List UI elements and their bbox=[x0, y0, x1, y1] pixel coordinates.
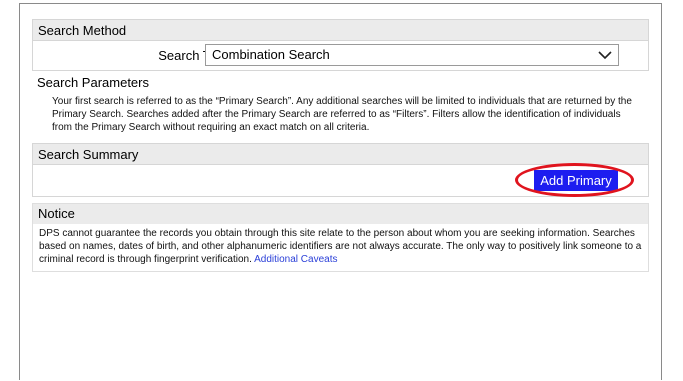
search-type-value: Combination Search bbox=[212, 47, 330, 62]
add-primary-button[interactable]: Add Primary bbox=[534, 170, 618, 191]
search-parameters-header: Search Parameters bbox=[37, 75, 149, 90]
additional-caveats-link[interactable]: Additional Caveats bbox=[254, 254, 337, 265]
search-method-header: Search Method bbox=[32, 19, 649, 41]
notice-text: DPS cannot guarantee the records you obt… bbox=[39, 228, 642, 265]
search-type-row: Search Type Combination Search bbox=[32, 41, 649, 71]
search-parameters-description: Your first search is referred to as the … bbox=[52, 96, 632, 133]
search-summary-body: Add Primary bbox=[32, 163, 649, 197]
notice-panel: Notice DPS cannot guarantee the records … bbox=[32, 203, 649, 272]
notice-header: Notice bbox=[33, 204, 648, 224]
search-type-select[interactable]: Combination Search bbox=[205, 44, 619, 66]
search-form: Search Method Search Type Combination Se… bbox=[32, 19, 649, 272]
search-summary-header: Search Summary bbox=[32, 143, 649, 165]
chevron-down-icon bbox=[598, 51, 612, 60]
notice-body: DPS cannot guarantee the records you obt… bbox=[33, 224, 648, 271]
